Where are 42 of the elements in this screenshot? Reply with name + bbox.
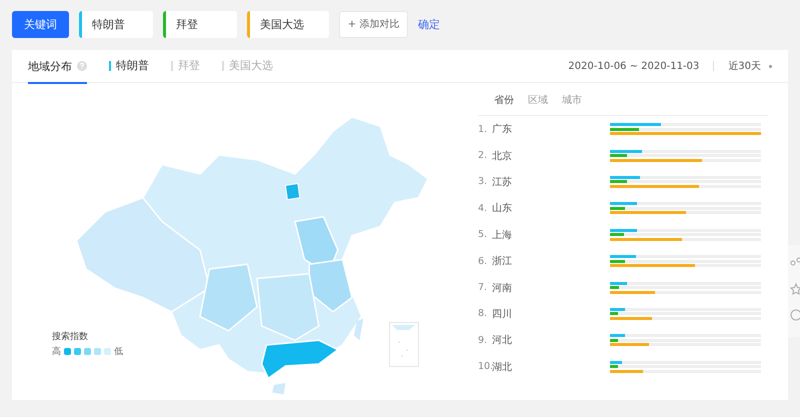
date-range: 2020-10-06 ~ 2020-11-03 — [568, 60, 700, 72]
rank-number: 7. — [478, 282, 488, 294]
province-name: 浙江 — [492, 254, 513, 268]
rank-number: 2. — [478, 150, 488, 162]
rank-number: 8. — [478, 308, 488, 320]
section-tab[interactable]: 地域分布 — [28, 50, 87, 84]
legend-title: 搜索指数 — [52, 330, 89, 343]
help-icon[interactable] — [77, 61, 87, 71]
period-dropdown[interactable]: 近30天 — [728, 59, 761, 73]
rank-number: 9. — [478, 334, 488, 346]
keyword-chip[interactable]: 拜登 — [163, 10, 237, 38]
legend-swatch — [104, 348, 111, 355]
rank-number: 5. — [478, 229, 488, 240]
rank-number: 10. — [478, 361, 492, 372]
legend-high-label: 高 — [52, 346, 61, 358]
rank-number: 1. — [478, 124, 488, 135]
legend-swatch — [64, 348, 71, 355]
rank-number: 4. — [478, 202, 488, 214]
keyword-button[interactable]: 关键词 — [12, 10, 69, 38]
legend-swatch — [74, 348, 81, 355]
province-name: 四川 — [492, 308, 513, 321]
province-name: 广东 — [492, 122, 513, 136]
province-name: 江苏 — [492, 176, 513, 189]
ranking-tab[interactable]: 省份 — [494, 93, 514, 107]
add-compare-button[interactable]: + 添加对比 — [339, 10, 408, 38]
keyword-chip[interactable]: 特朗普 — [79, 10, 153, 38]
star-icon[interactable] — [790, 283, 800, 295]
province-name: 北京 — [492, 150, 513, 163]
series-tab[interactable]: 特朗普 — [109, 61, 149, 71]
rank-number: 3. — [478, 176, 488, 188]
province-name: 河南 — [492, 282, 513, 295]
south-sea-inset-drawing — [389, 322, 419, 367]
province-name: 河北 — [492, 334, 513, 348]
province-name: 山东 — [492, 202, 513, 216]
legend-low-label: 低 — [114, 346, 123, 358]
province-name: 上海 — [492, 228, 513, 242]
keyword-chip[interactable]: 美国大选 — [247, 10, 329, 38]
province-name: 湖北 — [492, 360, 513, 374]
rank-number: 6. — [478, 256, 488, 267]
legend-swatch — [94, 348, 101, 355]
legend-swatch — [84, 348, 91, 355]
confirm-link[interactable]: 确定 — [418, 16, 440, 32]
